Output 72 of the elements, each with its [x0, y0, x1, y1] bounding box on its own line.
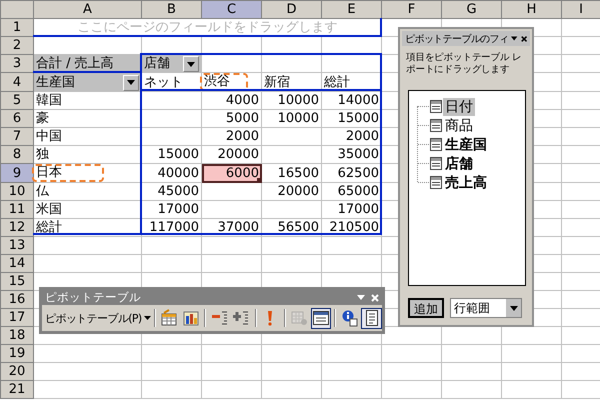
column-header[interactable]: C: [202, 0, 262, 18]
dropdown-arrow-icon[interactable]: [510, 306, 518, 310]
panel-hint: 項目をピボットテーブル レポートにドラッグします: [405, 51, 522, 77]
row-header[interactable]: 11: [0, 200, 34, 218]
row-header[interactable]: 17: [0, 308, 34, 326]
caret-icon: [144, 316, 151, 320]
column-header[interactable]: D: [262, 0, 322, 18]
panel-title: ピボットテーブルのフィ: [405, 32, 508, 46]
add-button[interactable]: 追加: [408, 298, 444, 318]
row-header[interactable]: 21: [0, 380, 34, 398]
row-header[interactable]: 4: [0, 72, 34, 92]
row-item: 日本: [32, 164, 104, 182]
row-header[interactable]: 12: [0, 218, 34, 236]
list-window-icon[interactable]: [310, 308, 332, 328]
row-item: 仏: [36, 185, 49, 199]
row-header[interactable]: 15: [0, 272, 34, 290]
field-icon: [430, 176, 442, 189]
column-item: ネット: [144, 76, 183, 90]
field-icon: [430, 100, 442, 113]
column-item: 総計: [324, 76, 350, 90]
column-header[interactable]: A: [34, 0, 142, 18]
value-cell[interactable]: 2000: [202, 128, 262, 146]
format-table-icon[interactable]: [158, 308, 180, 328]
row-header[interactable]: 9: [0, 164, 34, 182]
field-icon: [430, 138, 442, 151]
column-header[interactable]: H: [502, 0, 562, 18]
dropdown-arrow-icon[interactable]: [511, 36, 518, 41]
row-header[interactable]: 7: [0, 128, 34, 146]
column-header[interactable]: F: [382, 0, 442, 18]
field-item[interactable]: 店舗: [443, 154, 475, 172]
field-item[interactable]: 生産国: [443, 136, 489, 154]
row-item: 豪: [36, 112, 49, 126]
row-header[interactable]: 20: [0, 362, 34, 380]
row-item: 米国: [36, 203, 62, 217]
row-item: 総計: [36, 221, 62, 235]
row-header[interactable]: 16: [0, 290, 34, 308]
document-icon[interactable]: [361, 308, 382, 328]
row-header[interactable]: 10: [0, 182, 34, 200]
field-icon: [430, 157, 442, 170]
column-header[interactable]: I: [562, 0, 600, 18]
column-header[interactable]: E: [322, 0, 382, 18]
field-item[interactable]: 日付: [443, 98, 475, 116]
row-item: 韓国: [36, 94, 62, 108]
row-field-button[interactable]: 生産国: [34, 72, 142, 92]
field-item[interactable]: 商品: [443, 116, 475, 134]
column-header[interactable]: B: [142, 0, 202, 18]
value-cell[interactable]: 5000: [202, 110, 262, 128]
row-header[interactable]: 3: [0, 54, 34, 72]
row-header[interactable]: 8: [0, 146, 34, 164]
pivot-menu[interactable]: ピボットテーブル(P): [45, 310, 151, 326]
close-icon[interactable]: [520, 34, 527, 42]
value-cell[interactable]: 16500: [262, 164, 322, 182]
row-item: 独: [36, 148, 49, 162]
value-cell[interactable]: 20000: [262, 182, 322, 200]
row-header[interactable]: 6: [0, 110, 34, 128]
column-item: 新宿: [264, 76, 290, 90]
value-cell[interactable]: 6000: [202, 164, 262, 182]
area-dropdown[interactable]: 行範囲: [450, 298, 522, 318]
row-header[interactable]: 19: [0, 344, 34, 362]
row-header[interactable]: 2: [0, 36, 34, 54]
row-header[interactable]: 18: [0, 326, 34, 344]
value-cell[interactable]: 10000: [262, 110, 322, 128]
row-header[interactable]: 13: [0, 236, 34, 254]
column-header[interactable]: G: [442, 0, 502, 18]
row-header[interactable]: 14: [0, 254, 34, 272]
row-header[interactable]: 1: [0, 18, 34, 36]
row-header[interactable]: 5: [0, 92, 34, 110]
field-item[interactable]: 売上高: [443, 174, 489, 192]
toolbar-title: ピボットテーブル: [45, 290, 142, 305]
row-item: 中国: [36, 130, 62, 144]
field-icon: [430, 119, 442, 132]
column-field-button[interactable]: 店舗: [142, 54, 202, 72]
